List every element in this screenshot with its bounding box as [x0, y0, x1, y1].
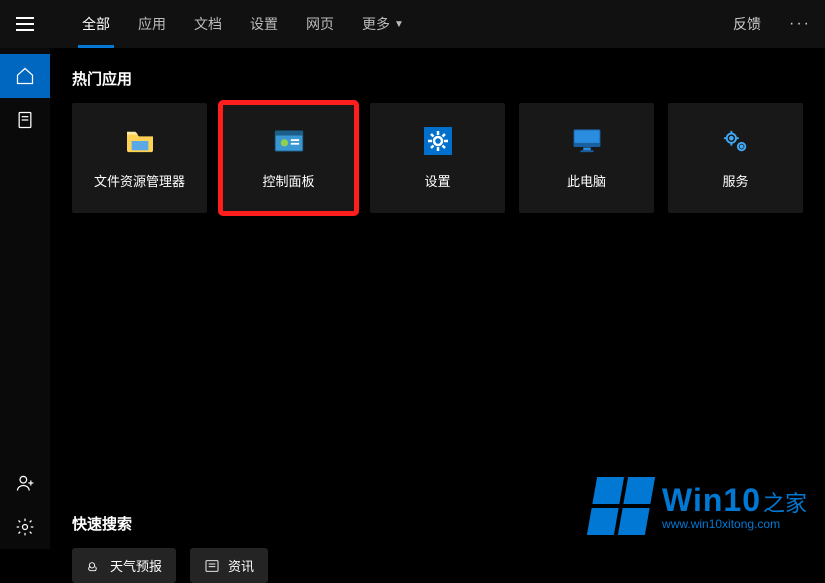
- folder-icon: [125, 127, 155, 155]
- watermark-url: www.win10xitong.com: [662, 517, 807, 531]
- chevron-down-icon: ▼: [394, 19, 404, 30]
- news-icon: [204, 558, 220, 574]
- tile-label: 服务: [722, 171, 748, 190]
- tile-label: 设置: [424, 171, 450, 190]
- rail-settings-button[interactable]: [0, 505, 50, 549]
- filter-tabs: 全部 应用 文档 设置 网页 更多 ▼: [68, 0, 418, 48]
- tile-settings[interactable]: 设置: [370, 103, 505, 213]
- person-add-icon: [15, 473, 35, 493]
- watermark-brand-b: 之家: [763, 486, 807, 518]
- tab-docs[interactable]: 文档: [180, 0, 236, 48]
- windows-logo-icon: [587, 477, 655, 535]
- tile-control-panel[interactable]: 控制面板: [221, 103, 356, 213]
- tab-apps[interactable]: 应用: [124, 0, 180, 48]
- tab-web[interactable]: 网页: [292, 0, 348, 48]
- tile-this-pc[interactable]: 此电脑: [519, 103, 654, 213]
- services-gears-icon: [721, 127, 751, 155]
- popular-apps-tiles: 文件资源管理器 控制面板: [72, 103, 803, 213]
- tile-services[interactable]: 服务: [668, 103, 803, 213]
- tab-more-label: 更多: [362, 14, 390, 34]
- weather-icon: [86, 558, 102, 574]
- tab-more[interactable]: 更多 ▼: [348, 0, 418, 48]
- tab-all[interactable]: 全部: [68, 0, 124, 48]
- gear-icon: [15, 517, 35, 537]
- settings-gear-icon: [423, 127, 453, 155]
- quick-weather-button[interactable]: 天气预报: [72, 548, 176, 583]
- quick-news-button[interactable]: 资讯: [190, 548, 268, 583]
- top-nav-bar: 全部 应用 文档 设置 网页 更多 ▼ 反馈 ···: [0, 0, 825, 48]
- document-icon: [15, 110, 35, 130]
- rail-recent-button[interactable]: [0, 98, 50, 142]
- watermark-brand-a: Win10: [662, 482, 761, 519]
- feedback-button[interactable]: 反馈: [719, 0, 775, 48]
- hamburger-icon: [16, 17, 34, 31]
- quick-weather-label: 天气预报: [110, 556, 162, 575]
- control-panel-icon: [274, 127, 304, 155]
- watermark: Win10 之家 www.win10xitong.com: [592, 477, 807, 535]
- quick-news-label: 资讯: [228, 556, 254, 575]
- tile-label: 文件资源管理器: [94, 171, 185, 190]
- main-content: 热门应用 文件资源管理器 控制: [50, 48, 825, 549]
- monitor-icon: [572, 127, 602, 155]
- home-icon: [15, 66, 35, 86]
- tile-label: 控制面板: [262, 171, 314, 190]
- section-title-popular-apps: 热门应用: [72, 68, 803, 89]
- tile-file-explorer[interactable]: 文件资源管理器: [72, 103, 207, 213]
- hamburger-menu-button[interactable]: [0, 0, 50, 48]
- rail-account-button[interactable]: [0, 461, 50, 505]
- left-rail: [0, 48, 50, 549]
- rail-home-button[interactable]: [0, 54, 50, 98]
- tile-label: 此电脑: [567, 171, 606, 190]
- tab-settings[interactable]: 设置: [236, 0, 292, 48]
- more-options-button[interactable]: ···: [775, 0, 825, 48]
